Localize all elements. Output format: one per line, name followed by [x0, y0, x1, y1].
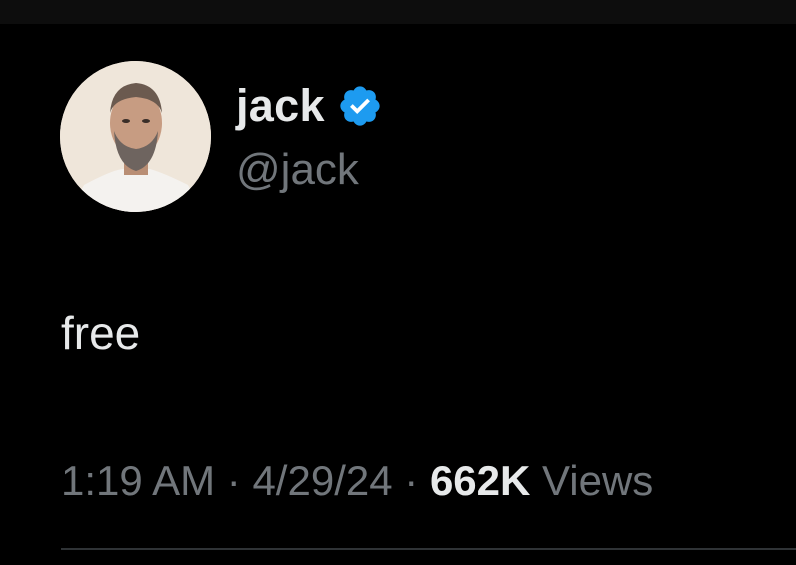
- meta-separator: ·: [404, 457, 419, 504]
- verified-badge-icon[interactable]: [337, 83, 383, 129]
- views-label: Views: [542, 457, 654, 504]
- divider: [61, 548, 796, 550]
- tweet-metadata: 1:19 AM · 4/29/24 · 662K Views: [61, 455, 653, 507]
- author-name-row: jack: [236, 78, 383, 134]
- tweet-text: free: [61, 307, 141, 359]
- views-count[interactable]: 662K: [430, 457, 530, 504]
- tweet-time[interactable]: 1:19 AM: [61, 457, 215, 504]
- author-handle[interactable]: @jack: [236, 144, 359, 196]
- meta-separator: ·: [226, 457, 241, 504]
- status-bar-strip: [0, 0, 796, 24]
- tweet-date[interactable]: 4/29/24: [252, 457, 392, 504]
- author-display-name[interactable]: jack: [236, 80, 325, 132]
- avatar[interactable]: [60, 61, 211, 212]
- avatar-photo-icon: [60, 61, 211, 212]
